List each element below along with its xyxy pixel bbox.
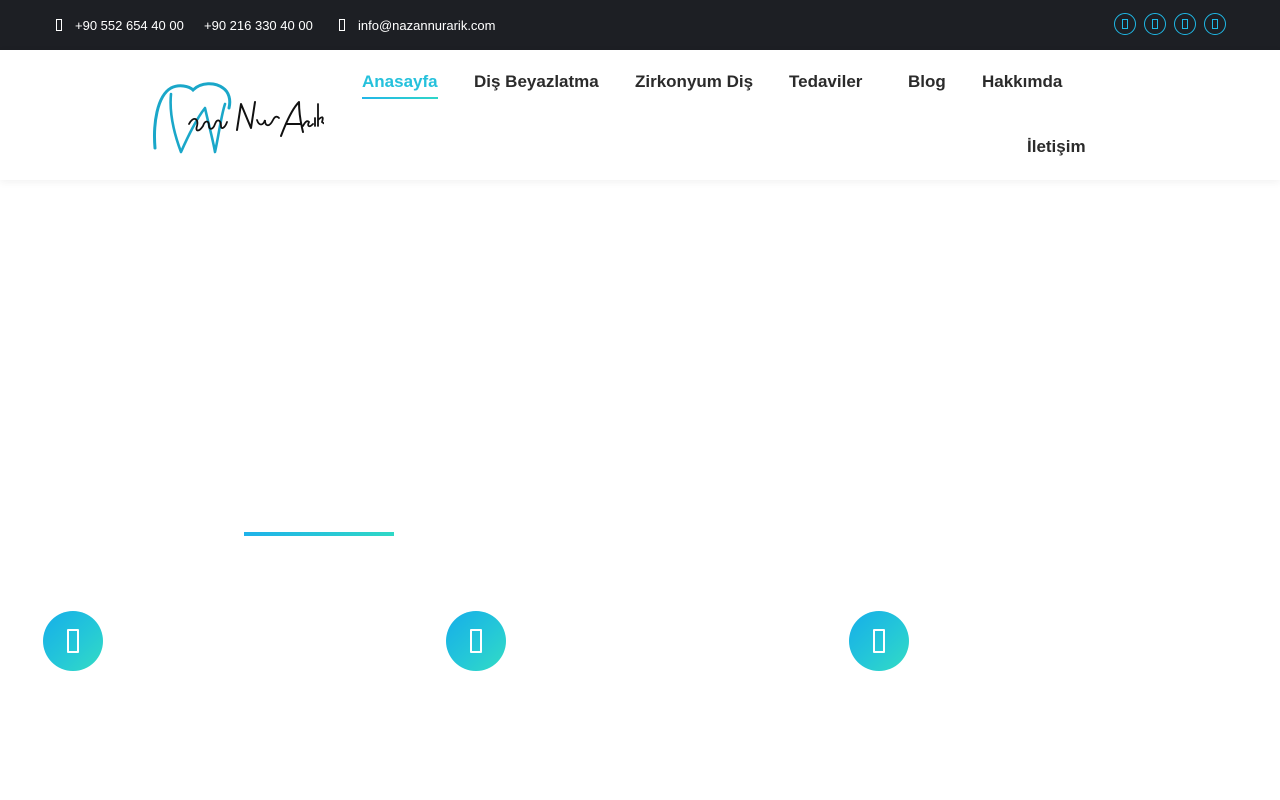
nav-item-tedaviler[interactable]: Tedaviler xyxy=(789,72,862,92)
feature-icon-3[interactable] xyxy=(849,611,909,671)
nav-item-label: Diş Beyazlatma xyxy=(474,72,599,91)
site-logo[interactable] xyxy=(149,74,329,159)
nav-item-label: Tedaviler xyxy=(789,72,863,91)
nav-item-zirkonyum-dis[interactable]: Zirkonyum Diş xyxy=(635,72,753,92)
email-icon xyxy=(339,19,345,31)
phone-number-1[interactable]: +90 552 654 40 00 xyxy=(75,0,184,50)
top-bar: +90 552 654 40 00 +90 216 330 40 00 info… xyxy=(0,0,1280,50)
phone-number-2[interactable]: +90 216 330 40 00 xyxy=(204,0,313,50)
twitter-icon[interactable] xyxy=(1144,13,1166,35)
facebook-icon[interactable] xyxy=(1114,13,1136,35)
feature-glyph-icon xyxy=(67,629,79,653)
email-link[interactable]: info@nazannurarik.com xyxy=(358,0,495,50)
feature-icon-2[interactable] xyxy=(446,611,506,671)
nav-item-label: İletişim xyxy=(1027,137,1086,156)
feature-glyph-icon xyxy=(470,629,482,653)
feature-glyph-icon xyxy=(873,629,885,653)
nav-item-label: Hakkımda xyxy=(982,72,1063,91)
nav-item-label: Zirkonyum Diş xyxy=(635,72,754,91)
nav-item-label: Blog xyxy=(908,72,946,91)
site-header: Anasayfa Diş Beyazlatma Zirkonyum Diş Te… xyxy=(0,50,1280,180)
phone-icon xyxy=(56,19,62,31)
instagram-icon[interactable] xyxy=(1174,13,1196,35)
nav-item-dis-beyazlatma[interactable]: Diş Beyazlatma xyxy=(474,72,599,92)
nav-item-iletisim[interactable]: İletişim xyxy=(1027,137,1086,157)
section-divider-line xyxy=(244,532,394,536)
feature-icon-1[interactable] xyxy=(43,611,103,671)
youtube-icon[interactable] xyxy=(1204,13,1226,35)
nav-item-blog[interactable]: Blog xyxy=(908,72,946,92)
active-nav-underline xyxy=(362,97,438,99)
nav-item-anasayfa[interactable]: Anasayfa xyxy=(362,72,438,99)
nav-item-hakkimda[interactable]: Hakkımda xyxy=(982,72,1062,92)
nav-item-label: Anasayfa xyxy=(362,72,438,91)
